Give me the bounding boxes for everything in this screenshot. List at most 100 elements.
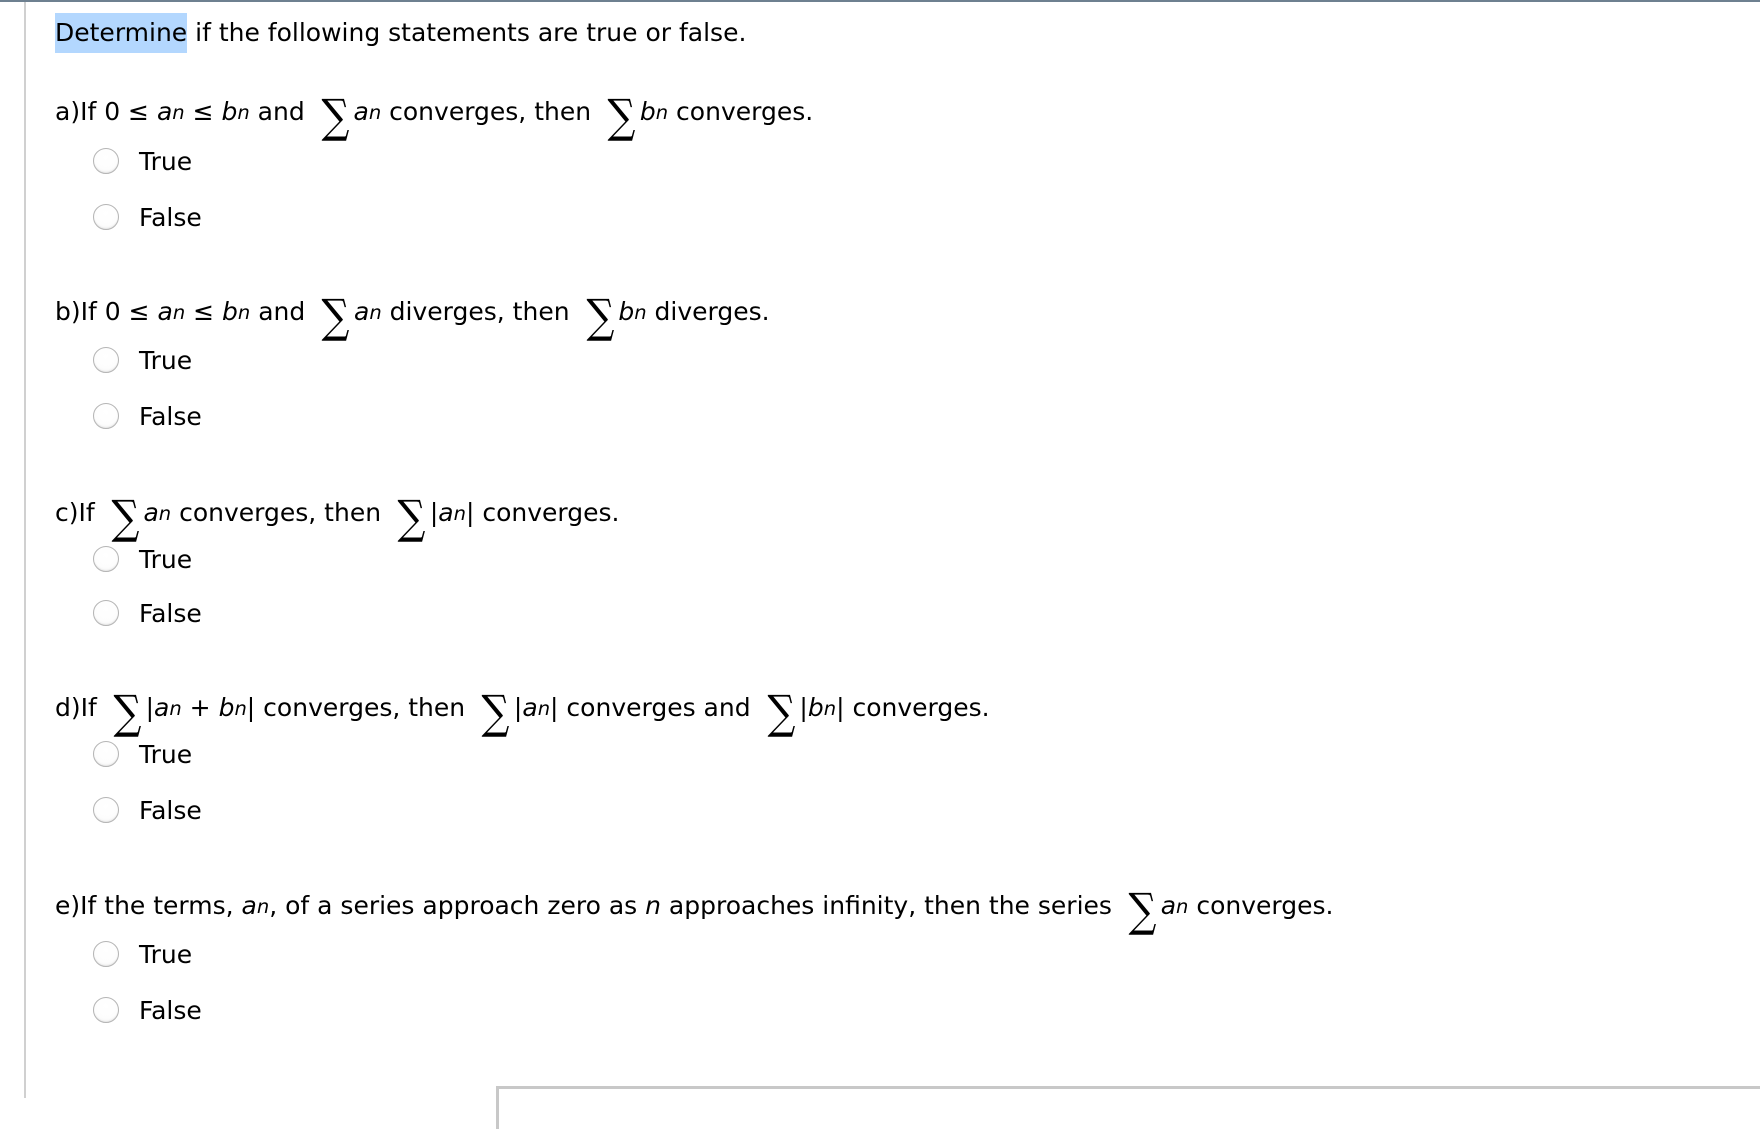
sigma-icon: ∑ — [113, 685, 142, 739]
abs-bar: | — [799, 693, 808, 722]
radio-button[interactable] — [93, 797, 119, 823]
abs-bar: | — [465, 498, 475, 527]
option-label: True — [139, 345, 193, 375]
radio-button[interactable] — [93, 941, 119, 967]
question-label: c) — [55, 498, 79, 527]
question-text: converges. — [844, 693, 990, 722]
sigma-icon: ∑ — [321, 89, 350, 143]
question-text: converges, then — [255, 693, 474, 722]
option-label: True — [139, 544, 193, 574]
sigma-icon: ∑ — [481, 685, 510, 739]
option-a-false[interactable]: False — [93, 201, 202, 233]
question-text: If 0 ≤ — [80, 297, 158, 326]
var-b: b — [618, 297, 635, 326]
question-text: approaches infinity, then the series — [660, 891, 1120, 920]
question-label: e) — [55, 891, 81, 920]
radio-button[interactable] — [93, 997, 119, 1023]
var-b: b — [221, 97, 238, 126]
radio-button[interactable] — [93, 204, 119, 230]
option-d-true[interactable]: True — [93, 738, 192, 770]
var-b: b — [222, 297, 238, 326]
question-text: converges. — [474, 498, 620, 527]
question-text: and — [250, 297, 314, 326]
var-b: b — [218, 693, 235, 722]
option-label: False — [139, 401, 202, 431]
var-a: a — [157, 297, 173, 326]
radio-button[interactable] — [93, 741, 119, 767]
sigma-icon: ∑ — [607, 89, 636, 143]
radio-button[interactable] — [93, 403, 119, 429]
question-e: e) If the terms, a n, of a series approach… — [55, 883, 1334, 937]
option-c-false[interactable]: False — [93, 597, 202, 629]
abs-bar: | — [145, 693, 155, 722]
option-e-true[interactable]: True — [93, 938, 192, 970]
option-b-true[interactable]: True — [93, 344, 192, 376]
sigma-icon: ∑ — [111, 490, 140, 544]
question-text: If — [80, 693, 105, 722]
option-label: True — [139, 146, 193, 176]
var-a: a — [354, 297, 370, 326]
sigma-icon: ∑ — [1128, 883, 1157, 937]
var-a: a — [241, 891, 257, 920]
abs-bar: | — [246, 693, 256, 722]
instructions: Determine if the following statements ar… — [55, 13, 746, 53]
var-a: a — [143, 498, 159, 527]
var-a: a — [156, 97, 173, 126]
question-c: c) If ∑ a n converges, then ∑ | a n | converges… — [55, 490, 620, 544]
question-text: , of a series approach zero as — [269, 891, 646, 920]
left-rule — [24, 2, 26, 1098]
abs-bar: | — [550, 693, 559, 722]
question-text: diverges. — [646, 297, 770, 326]
question-text: ≤ — [185, 297, 223, 326]
sigma-icon: ∑ — [585, 289, 614, 343]
option-label: False — [139, 995, 202, 1025]
question-text: ≤ — [184, 97, 222, 126]
option-label: False — [139, 202, 202, 232]
plus-sign: + — [181, 693, 219, 722]
var-a: a — [438, 498, 454, 527]
option-e-false[interactable]: False — [93, 994, 202, 1026]
var-a: a — [154, 693, 170, 722]
sigma-icon: ∑ — [321, 289, 350, 343]
option-label: True — [139, 739, 193, 769]
top-border — [0, 0, 1760, 2]
var-b: b — [639, 97, 656, 126]
question-label: d) — [55, 693, 81, 722]
radio-button[interactable] — [93, 600, 119, 626]
var-n: n — [645, 891, 661, 920]
sigma-icon: ∑ — [397, 490, 426, 544]
option-c-true[interactable]: True — [93, 543, 192, 575]
option-a-true[interactable]: True — [93, 145, 192, 177]
option-label: True — [139, 939, 193, 969]
question-text: converges, then — [381, 97, 600, 126]
sigma-icon: ∑ — [767, 685, 795, 739]
question-text: converges, then — [171, 498, 389, 527]
question-text: converges. — [668, 97, 814, 126]
question-text: If — [78, 498, 103, 527]
var-a: a — [522, 693, 538, 722]
abs-bar: | — [429, 498, 439, 527]
var-b: b — [807, 693, 824, 722]
question-text: diverges, then — [381, 297, 578, 326]
radio-button[interactable] — [93, 347, 119, 373]
var-a: a — [1160, 891, 1177, 920]
question-text: converges and — [558, 693, 759, 722]
option-label: False — [139, 795, 202, 825]
question-text: converges. — [1188, 891, 1334, 920]
question-d: d) If ∑ | a n + b n | converges, then ∑ | a n | co… — [55, 685, 990, 739]
abs-bar: | — [513, 693, 523, 722]
question-label: a) — [55, 97, 81, 126]
question-a: a) If 0 ≤ an ≤ bn and ∑ a n converges, then… — [55, 89, 814, 143]
radio-button[interactable] — [93, 148, 119, 174]
question-text: If 0 ≤ — [80, 97, 157, 126]
var-a: a — [353, 97, 369, 126]
option-label: False — [139, 598, 202, 628]
option-d-false[interactable]: False — [93, 794, 202, 826]
question-label: b) — [55, 297, 81, 326]
radio-button[interactable] — [93, 546, 119, 572]
abs-bar: | — [836, 693, 845, 722]
selected-text: Determine — [55, 13, 188, 53]
question-text: If the terms, — [80, 891, 242, 920]
question-text: and — [249, 97, 313, 126]
option-b-false[interactable]: False — [93, 400, 202, 432]
